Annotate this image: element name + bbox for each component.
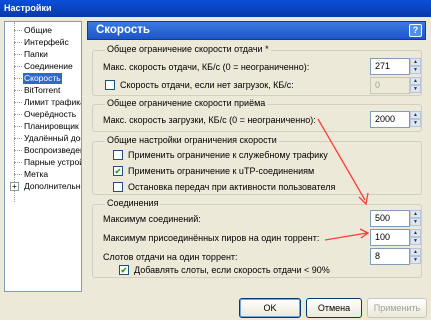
sidebar-item-advanced[interactable]: Дополнительно	[23, 181, 81, 192]
sidebar-item-remote[interactable]: Удалённый досту	[23, 133, 81, 144]
max-upload-label: Макс. скорость отдачи, КБ/с (0 = неогран…	[103, 62, 310, 72]
max-upload-spinner[interactable]: ▲ ▼	[410, 58, 421, 75]
settings-tree[interactable]: Общие Интерфейс Папки Соединение Скорост…	[4, 21, 82, 292]
max-download-label: Макс. скорость загрузки, КБ/с (0 = неогр…	[103, 115, 316, 125]
upload-slots-label: Слотов отдачи на один торрент:	[103, 252, 238, 262]
alt-upload-checkbox[interactable]	[105, 80, 115, 90]
sidebar-item-label[interactable]: Метка	[23, 169, 49, 180]
download-group-label: Общее ограничение скорости приёма	[105, 98, 268, 108]
sidebar-item-queue[interactable]: Очерёдность	[23, 109, 77, 120]
max-connections-label: Максимум соединений:	[103, 214, 201, 224]
tree-connector	[14, 30, 22, 31]
max-peers-field[interactable]: 100	[370, 229, 410, 246]
sidebar-item-connection[interactable]: Соединение	[23, 61, 74, 72]
tree-connector	[14, 150, 22, 151]
tree-connector	[14, 126, 22, 127]
spin-up-icon[interactable]: ▲	[410, 58, 421, 66]
upload-slots-spinner[interactable]: ▲ ▼	[410, 248, 421, 265]
download-limit-group: Общее ограничение скорости приёма Макс. …	[92, 98, 422, 132]
upload-slots-field[interactable]: 8	[370, 248, 410, 265]
tree-connector	[14, 78, 22, 79]
tree-connector	[14, 162, 22, 163]
tree-connector	[14, 174, 22, 175]
max-peers-label: Максимум присоединённых пиров на один то…	[103, 233, 320, 243]
alt-upload-label: Скорость отдачи, если нет загрузок, КБ/с…	[120, 80, 294, 90]
spin-down-icon[interactable]: ▼	[410, 119, 421, 127]
upload-limit-group: Общее ограничение скорости отдачи * Макс…	[92, 44, 422, 96]
help-icon[interactable]: ?	[409, 24, 422, 37]
spin-down-icon[interactable]: ▼	[410, 237, 421, 245]
upload-group-label: Общее ограничение скорости отдачи *	[105, 44, 271, 54]
tree-connector	[14, 22, 15, 202]
overhead-label: Применить ограничение к служебному трафи…	[128, 150, 328, 160]
spin-up-icon[interactable]: ▲	[410, 229, 421, 237]
max-connections-spinner[interactable]: ▲ ▼	[410, 210, 421, 227]
spin-up-icon[interactable]: ▲	[410, 111, 421, 119]
general-limit-group: Общие настройки ограничения скорости При…	[92, 135, 422, 195]
spin-down-icon[interactable]: ▼	[410, 218, 421, 226]
tree-connector	[14, 138, 22, 139]
spin-up-icon[interactable]: ▲	[410, 248, 421, 256]
tree-connector	[14, 102, 22, 103]
tree-connector	[14, 114, 22, 115]
spin-down-icon[interactable]: ▼	[410, 85, 421, 93]
sidebar-item-traffic-limit[interactable]: Лимит трафика	[23, 97, 81, 108]
sidebar-item-scheduler[interactable]: Планировщик	[23, 121, 80, 132]
spin-down-icon[interactable]: ▼	[410, 256, 421, 264]
utp-label: Применить ограничение к uTP-соединениям	[128, 166, 315, 176]
alt-upload-field[interactable]: 0	[370, 77, 410, 94]
spin-up-icon[interactable]: ▲	[410, 77, 421, 85]
sidebar-item-bittorrent[interactable]: BitTorrent	[23, 85, 61, 96]
extra-slots-checkbox[interactable]	[119, 265, 129, 275]
connections-group: Соединения Максимум соединений: 500 ▲ ▼ М…	[92, 198, 422, 278]
page-title: Скорость	[96, 24, 150, 36]
user-activity-label: Остановка передач при активности пользов…	[128, 182, 336, 192]
tree-connector	[14, 66, 22, 67]
user-activity-checkbox[interactable]	[113, 182, 123, 192]
sidebar-item-folders[interactable]: Папки	[23, 49, 49, 60]
sidebar-item-general[interactable]: Общие	[23, 25, 53, 36]
sidebar-item-speed[interactable]: Скорость	[23, 73, 62, 84]
window-title: Настройки	[4, 3, 52, 13]
overhead-checkbox[interactable]	[113, 150, 123, 160]
connections-group-label: Соединения	[105, 198, 161, 208]
max-download-spinner[interactable]: ▲ ▼	[410, 111, 421, 128]
apply-button[interactable]: Применить	[367, 298, 427, 318]
cancel-button[interactable]: Отмена	[306, 298, 362, 318]
tree-connector	[14, 54, 22, 55]
general-group-label: Общие настройки ограничения скорости	[105, 135, 279, 145]
max-download-field[interactable]: 2000	[370, 111, 410, 128]
sidebar-item-paired-devices[interactable]: Парные устройст	[23, 157, 81, 168]
max-upload-field[interactable]: 271	[370, 58, 410, 75]
max-peers-spinner[interactable]: ▲ ▼	[410, 229, 421, 246]
ok-button[interactable]: OK	[239, 298, 301, 318]
alt-upload-spinner[interactable]: ▲ ▼	[410, 77, 421, 94]
extra-slots-label: Добавлять слоты, если скорость отдачи < …	[134, 265, 330, 275]
title-bar: Настройки	[0, 0, 431, 17]
utp-checkbox[interactable]	[113, 166, 123, 176]
tree-connector	[14, 90, 22, 91]
page-header: Скорость ?	[87, 21, 426, 40]
sidebar-item-interface[interactable]: Интерфейс	[23, 37, 70, 48]
spin-up-icon[interactable]: ▲	[410, 210, 421, 218]
max-connections-field[interactable]: 500	[370, 210, 410, 227]
expand-plus-icon[interactable]: +	[10, 182, 19, 191]
spin-down-icon[interactable]: ▼	[410, 66, 421, 74]
sidebar-item-playback[interactable]: Воспроизведение	[23, 145, 81, 156]
tree-connector	[14, 42, 22, 43]
